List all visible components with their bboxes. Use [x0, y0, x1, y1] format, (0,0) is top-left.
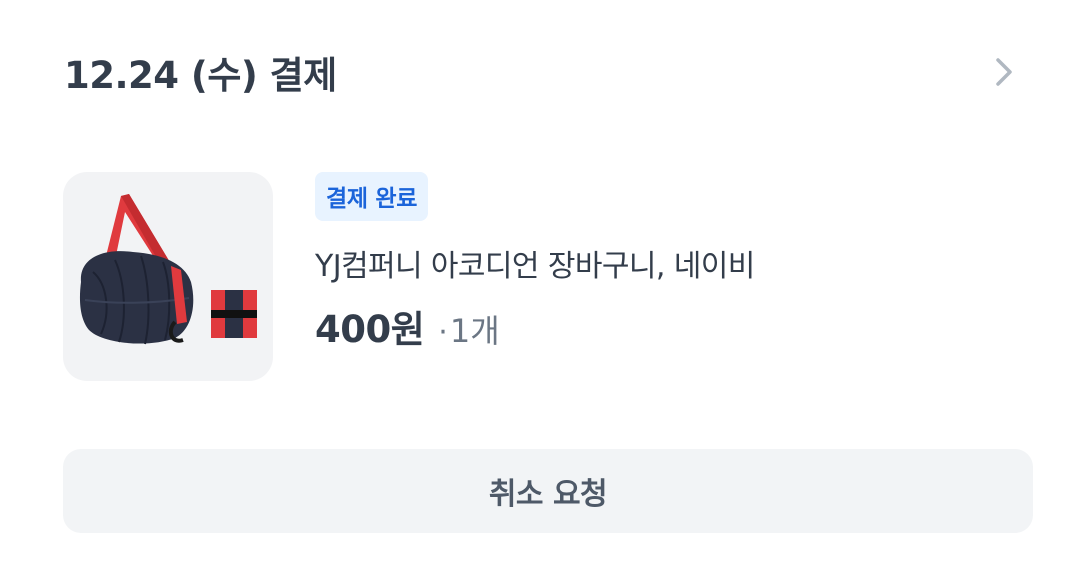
chevron-right-icon[interactable] [988, 52, 1020, 92]
cancel-request-button[interactable]: 취소 요청 [63, 449, 1033, 533]
product-name[interactable]: YJ컴퍼니 아코디언 장바구니, 네이비 [315, 241, 755, 285]
order-header[interactable]: 12.24 (수) 결제 [64, 40, 1024, 104]
order-date-title: 12.24 (수) 결제 [64, 54, 337, 97]
product-row[interactable]: 결제 완료 YJ컴퍼니 아코디언 장바구니, 네이비 400원 · 1개 [63, 172, 1023, 382]
product-info: 결제 완료 YJ컴퍼니 아코디언 장바구니, 네이비 400원 · 1개 [315, 172, 755, 353]
shopping-bag-image [79, 194, 257, 345]
order-card: 12.24 (수) 결제 결제 완료 YJ컴퍼니 아코디언 장바구니, 네이비 … [0, 0, 1080, 577]
price-line: 400원 · 1개 [315, 299, 755, 353]
product-price: 400원 [315, 308, 425, 351]
product-quantity: 1개 [449, 312, 500, 350]
product-thumbnail[interactable] [63, 172, 273, 381]
status-badge: 결제 완료 [315, 172, 429, 221]
quantity-separator: · [438, 315, 448, 350]
